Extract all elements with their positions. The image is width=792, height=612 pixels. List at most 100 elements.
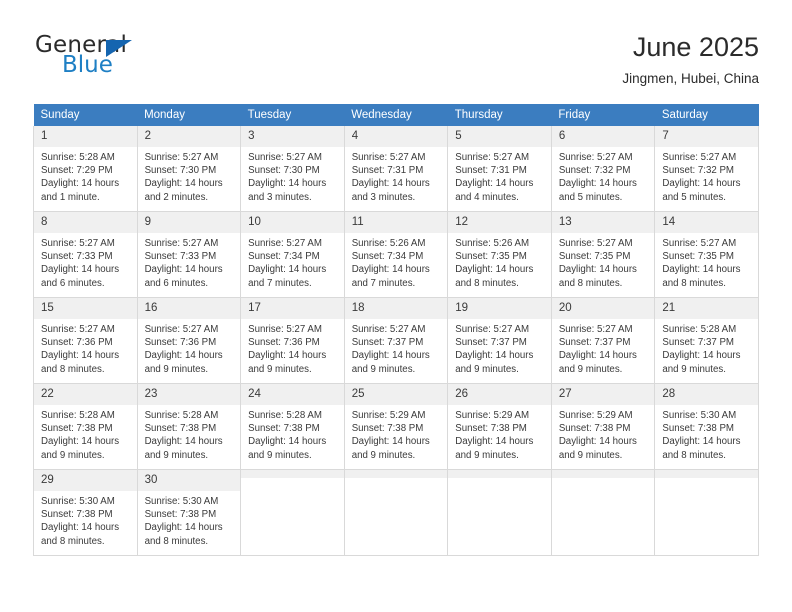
daylight-duration-line1: Daylight: 14 hours [41, 522, 120, 534]
calendar-day-cell[interactable]: 22 Sunrise: 5:28 AM Sunset: 7:38 PM Dayligh… [33, 383, 138, 470]
daylight-duration-line1: Daylight: 14 hours [41, 436, 120, 448]
general-blue-logo[interactable]: General Blue [33, 32, 233, 90]
calendar-day-cell[interactable]: 15 Sunrise: 5:27 AM Sunset: 7:36 PM Dayligh… [33, 297, 138, 384]
calendar-table: Sunday Monday Tuesday Wednesday Thursday… [33, 104, 759, 556]
calendar-day-cell[interactable]: 19 Sunrise: 5:27 AM Sunset: 7:37 PM Dayligh… [447, 297, 552, 384]
day-details: Sunrise: 5:27 AM Sunset: 7:35 PM Daylight:… [552, 233, 655, 290]
day-number: 20 [551, 298, 655, 319]
calendar-day-cell[interactable]: 14 Sunrise: 5:27 AM Sunset: 7:35 PM Dayligh… [654, 211, 759, 298]
calendar-day-cell[interactable]: 10 Sunrise: 5:27 AM Sunset: 7:34 PM Dayligh… [240, 211, 345, 298]
sunrise-time: Sunrise: 5:30 AM [144, 496, 219, 507]
calendar-day-cell[interactable]: 13 Sunrise: 5:27 AM Sunset: 7:35 PM Dayligh… [550, 211, 656, 298]
page-header: General Blue June 2025 Jingmen, Hubei, C… [33, 30, 759, 96]
calendar-day-cell[interactable]: 23 Sunrise: 5:28 AM Sunset: 7:38 PM Dayligh… [136, 383, 242, 470]
day-details: Sunrise: 5:27 AM Sunset: 7:34 PM Daylight:… [241, 233, 344, 290]
daylight-duration-line2: and 2 minutes. [144, 191, 209, 203]
sunset-time: Sunset: 7:37 PM [351, 337, 424, 349]
calendar-day-cell[interactable]: 26 Sunrise: 5:29 AM Sunset: 7:38 PM Dayligh… [447, 383, 552, 470]
calendar-day-cell[interactable]: 28 Sunrise: 5:30 AM Sunset: 7:38 PM Dayligh… [654, 383, 759, 470]
calendar-day-cell[interactable]: 11 Sunrise: 5:26 AM Sunset: 7:34 PM Dayligh… [343, 211, 449, 298]
calendar-day-cell[interactable]: 4 Sunrise: 5:27 AM Sunset: 7:31 PM Daylight… [343, 126, 449, 212]
calendar-empty-cell [447, 469, 552, 556]
calendar-day-cell[interactable]: 30 Sunrise: 5:30 AM Sunset: 7:38 PM Dayligh… [136, 469, 242, 556]
calendar-empty-cell [240, 469, 345, 556]
daylight-duration-line2: and 6 minutes. [41, 277, 105, 289]
daylight-duration-line2: and 8 minutes. [662, 449, 726, 461]
day-number: 11 [344, 212, 448, 233]
daylight-duration-line1: Daylight: 14 hours [144, 522, 223, 534]
daylight-duration-line1: Daylight: 14 hours [144, 178, 223, 190]
sunset-time: Sunset: 7:36 PM [144, 337, 217, 349]
calendar-day-cell[interactable]: 9 Sunrise: 5:27 AM Sunset: 7:33 PM Daylight… [136, 211, 242, 298]
sunset-time: Sunset: 7:38 PM [455, 423, 527, 435]
day-details: Sunrise: 5:26 AM Sunset: 7:35 PM Daylight:… [448, 233, 551, 290]
calendar-day-cell[interactable]: 3 Sunrise: 5:27 AM Sunset: 7:30 PM Daylight… [240, 126, 345, 212]
day-details: Sunrise: 5:29 AM Sunset: 7:38 PM Daylight:… [552, 405, 655, 462]
calendar-day-cell[interactable]: 2 Sunrise: 5:27 AM Sunset: 7:30 PM Daylight… [136, 126, 242, 212]
daylight-duration-line2: and 6 minutes. [144, 277, 209, 289]
calendar-day-cell[interactable]: 20 Sunrise: 5:27 AM Sunset: 7:37 PM Dayligh… [550, 297, 656, 384]
calendar-day-cell[interactable]: 12 Sunrise: 5:26 AM Sunset: 7:35 PM Dayligh… [447, 211, 552, 298]
daylight-duration-line2: and 8 minutes. [144, 535, 209, 547]
daylight-duration-line2: and 9 minutes. [144, 363, 209, 375]
calendar-day-cell[interactable]: 1 Sunrise: 5:28 AM Sunset: 7:29 PM Daylight… [33, 126, 138, 212]
daylight-duration-line1: Daylight: 14 hours [41, 264, 120, 276]
day-details: Sunrise: 5:27 AM Sunset: 7:30 PM Daylight:… [138, 147, 241, 204]
sunrise-time: Sunrise: 5:29 AM [351, 410, 426, 421]
sunrise-time: Sunrise: 5:29 AM [558, 410, 633, 421]
sunset-time: Sunset: 7:34 PM [351, 251, 424, 263]
daylight-duration-line2: and 7 minutes. [248, 277, 312, 289]
calendar-empty-cell [550, 469, 656, 556]
sunrise-time: Sunrise: 5:30 AM [662, 410, 737, 421]
sunrise-time: Sunrise: 5:26 AM [351, 238, 426, 249]
calendar-day-cell[interactable]: 7 Sunrise: 5:27 AM Sunset: 7:32 PM Daylight… [654, 126, 759, 212]
sunset-time: Sunset: 7:38 PM [662, 423, 734, 435]
calendar-day-cell[interactable]: 25 Sunrise: 5:29 AM Sunset: 7:38 PM Dayligh… [343, 383, 449, 470]
weekday-header-wednesday: Wednesday [344, 104, 448, 126]
page-subtitle: Jingmen, Hubei, China [622, 71, 759, 86]
calendar-day-cell[interactable]: 16 Sunrise: 5:27 AM Sunset: 7:36 PM Dayligh… [136, 297, 242, 384]
day-details: Sunrise: 5:29 AM Sunset: 7:38 PM Daylight:… [345, 405, 448, 462]
day-number [551, 470, 655, 478]
sunset-time: Sunset: 7:32 PM [558, 165, 631, 177]
day-number: 4 [344, 126, 448, 147]
day-details: Sunrise: 5:27 AM Sunset: 7:31 PM Daylight:… [345, 147, 448, 204]
calendar-page: General Blue June 2025 Jingmen, Hubei, C… [0, 0, 792, 612]
calendar-week-row: 1 Sunrise: 5:28 AM Sunset: 7:29 PM Daylight… [33, 126, 759, 212]
calendar-day-cell[interactable]: 29 Sunrise: 5:30 AM Sunset: 7:38 PM Dayligh… [33, 469, 138, 556]
sunset-time: Sunset: 7:35 PM [558, 251, 631, 263]
daylight-duration-line1: Daylight: 14 hours [558, 350, 637, 362]
title-block: June 2025 Jingmen, Hubei, China [622, 30, 759, 89]
day-number: 18 [344, 298, 448, 319]
calendar-day-cell[interactable]: 8 Sunrise: 5:27 AM Sunset: 7:33 PM Daylight… [33, 211, 138, 298]
daylight-duration-line1: Daylight: 14 hours [662, 350, 741, 362]
weekday-header-tuesday: Tuesday [240, 104, 345, 126]
daylight-duration-line1: Daylight: 14 hours [351, 350, 430, 362]
day-number: 15 [34, 298, 137, 319]
daylight-duration-line1: Daylight: 14 hours [144, 350, 223, 362]
daylight-duration-line2: and 9 minutes. [248, 363, 312, 375]
day-details: Sunrise: 5:27 AM Sunset: 7:33 PM Daylight:… [34, 233, 137, 290]
day-details: Sunrise: 5:27 AM Sunset: 7:30 PM Daylight:… [241, 147, 344, 204]
daylight-duration-line1: Daylight: 14 hours [144, 264, 223, 276]
calendar-day-cell[interactable]: 18 Sunrise: 5:27 AM Sunset: 7:37 PM Dayligh… [343, 297, 449, 384]
calendar-day-cell[interactable]: 27 Sunrise: 5:29 AM Sunset: 7:38 PM Dayligh… [550, 383, 656, 470]
calendar-day-cell[interactable]: 17 Sunrise: 5:27 AM Sunset: 7:36 PM Dayligh… [240, 297, 345, 384]
sunrise-time: Sunrise: 5:27 AM [558, 238, 633, 249]
daylight-duration-line2: and 9 minutes. [558, 449, 623, 461]
sunset-time: Sunset: 7:35 PM [662, 251, 734, 263]
calendar-day-cell[interactable]: 21 Sunrise: 5:28 AM Sunset: 7:37 PM Dayligh… [654, 297, 759, 384]
sunrise-time: Sunrise: 5:28 AM [248, 410, 322, 421]
sunrise-time: Sunrise: 5:27 AM [455, 324, 530, 335]
calendar-day-cell[interactable]: 6 Sunrise: 5:27 AM Sunset: 7:32 PM Daylight… [550, 126, 656, 212]
daylight-duration-line2: and 5 minutes. [558, 191, 623, 203]
calendar-day-cell[interactable]: 5 Sunrise: 5:27 AM Sunset: 7:31 PM Daylight… [447, 126, 552, 212]
calendar-day-cell[interactable]: 24 Sunrise: 5:28 AM Sunset: 7:38 PM Dayligh… [240, 383, 345, 470]
sunrise-time: Sunrise: 5:27 AM [248, 152, 322, 163]
day-number: 16 [137, 298, 241, 319]
daylight-duration-line2: and 8 minutes. [662, 277, 726, 289]
daylight-duration-line2: and 9 minutes. [41, 449, 105, 461]
day-details: Sunrise: 5:30 AM Sunset: 7:38 PM Daylight:… [138, 491, 241, 548]
daylight-duration-line1: Daylight: 14 hours [558, 178, 637, 190]
day-details: Sunrise: 5:28 AM Sunset: 7:38 PM Daylight:… [138, 405, 241, 462]
